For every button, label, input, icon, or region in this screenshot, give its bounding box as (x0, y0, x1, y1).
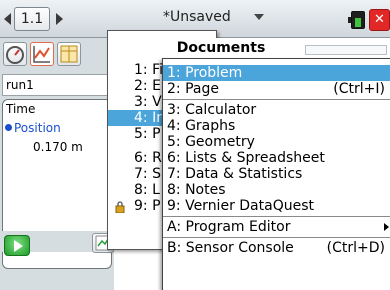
sensor-dot-icon (5, 124, 12, 131)
insert-menu: 1: Problem 2: Page (Ctrl+I) 3: Calculator… (162, 58, 390, 290)
insert-item-label: 3: Calculator (167, 102, 257, 118)
documents-menu-title: Documents (162, 38, 280, 58)
insert-item-data-statistics[interactable]: 7: Data & Statistics (163, 166, 390, 182)
insert-item-label: 5: Geometry (167, 134, 255, 150)
insert-item-label: 4: Graphs (167, 118, 236, 134)
lock-icon (115, 201, 125, 213)
insert-item-notes[interactable]: 8: Notes (163, 182, 390, 198)
left-arrow-icon[interactable] (4, 13, 11, 25)
meter-sensor-value: 0.170 m (33, 140, 83, 154)
insert-item-sensor-console[interactable]: B: Sensor Console (Ctrl+D) (163, 240, 390, 256)
right-arrow-icon[interactable] (56, 13, 63, 25)
menu-divider (163, 216, 390, 217)
insert-item-program-editor[interactable]: A: Program Editor (163, 219, 390, 235)
insert-item-label: 1: Problem (167, 65, 243, 81)
chevron-down-icon[interactable] (254, 14, 264, 20)
insert-item-graphs[interactable]: 4: Graphs (163, 118, 390, 134)
page-tab[interactable]: 1.1 (14, 7, 50, 31)
insert-item-geometry[interactable]: 5: Geometry (163, 134, 390, 150)
graph-icon[interactable] (30, 42, 54, 66)
meter-sensor-label: Position (14, 121, 61, 135)
insert-item-label: 7: Data & Statistics (167, 166, 303, 182)
insert-item-label: A: Program Editor (167, 219, 291, 235)
close-icon[interactable]: ✕ (369, 9, 390, 31)
table-icon[interactable] (57, 42, 81, 66)
shortcut-label: (Ctrl+D) (326, 240, 385, 256)
shortcut-label: (Ctrl+I) (333, 81, 385, 97)
insert-item-calculator[interactable]: 3: Calculator (163, 102, 390, 118)
insert-item-label: 2: Page (167, 81, 219, 97)
insert-item-label: B: Sensor Console (167, 240, 294, 256)
dataset-selector[interactable]: run1 (2, 74, 112, 96)
menu-divider (163, 237, 390, 238)
menu-divider (163, 99, 390, 100)
insert-item-label: 8: Notes (167, 182, 226, 198)
insert-item-page[interactable]: 2: Page (Ctrl+I) (163, 81, 390, 97)
dial-icon[interactable] (3, 42, 27, 66)
battery-icon (348, 11, 365, 29)
submenu-arrow-icon (384, 223, 389, 231)
insert-item-vernier-dataquest[interactable]: 9: Vernier DataQuest (163, 198, 390, 214)
insert-item-label: 9: Vernier DataQuest (167, 198, 314, 214)
insert-item-label: 6: Lists & Spreadsheet (167, 150, 325, 166)
graph-header-strip (305, 45, 387, 55)
play-icon[interactable] (4, 235, 30, 256)
meter-time-label: Time (6, 102, 36, 116)
meter-sensor[interactable]: Position (5, 121, 61, 135)
document-title[interactable]: *Unsaved (163, 9, 231, 25)
insert-item-lists-spreadsheet[interactable]: 6: Lists & Spreadsheet (163, 150, 390, 166)
insert-item-problem[interactable]: 1: Problem (163, 65, 390, 81)
